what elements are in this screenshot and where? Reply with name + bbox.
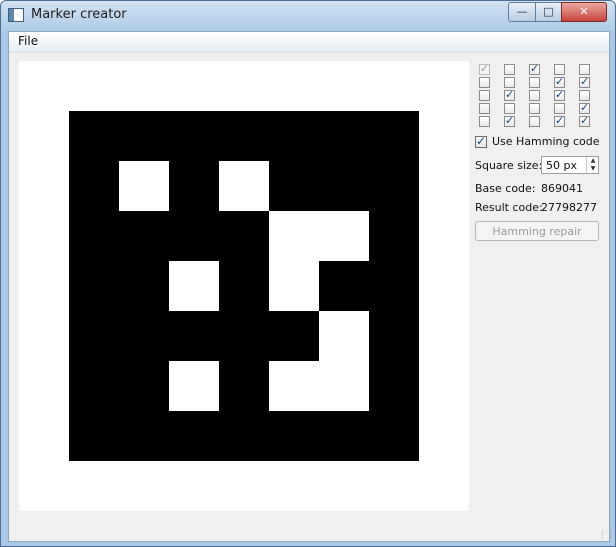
menu-bar: File — [9, 32, 609, 53]
marker-cell — [319, 111, 369, 161]
marker-cell — [169, 111, 219, 161]
hamming-label: Use Hamming code — [492, 135, 600, 148]
marker-cell — [319, 361, 369, 411]
marker-cell — [319, 311, 369, 361]
bit-checkbox[interactable] — [479, 77, 490, 88]
bit-checkbox[interactable] — [504, 64, 515, 75]
marker-cell — [269, 111, 319, 161]
spin-down-arrow-icon[interactable]: ▼ — [586, 165, 599, 173]
bit-checkbox[interactable] — [554, 103, 565, 114]
marker-cell — [169, 311, 219, 361]
bit-checkbox[interactable] — [529, 116, 540, 127]
marker-cell — [169, 261, 219, 311]
marker-cell — [69, 311, 119, 361]
marker-cell — [119, 361, 169, 411]
marker-cell — [119, 111, 169, 161]
bit-checkbox-grid — [475, 62, 600, 127]
spin-up-arrow-icon[interactable]: ▲ — [586, 157, 599, 165]
marker-cell — [169, 411, 219, 461]
bit-checkbox[interactable] — [504, 114, 515, 127]
menu-file[interactable]: File — [18, 34, 38, 48]
hamming-repair-button[interactable]: Hamming repair — [475, 221, 599, 241]
marker-cell — [69, 161, 119, 211]
marker-cell — [269, 311, 319, 361]
bit-checkbox[interactable] — [479, 90, 490, 101]
marker-cell — [119, 311, 169, 361]
marker-cell — [69, 111, 119, 161]
marker-cell — [369, 161, 419, 211]
marker-cell — [219, 111, 269, 161]
marker-cell — [269, 411, 319, 461]
marker-cell — [219, 311, 269, 361]
bit-checkbox[interactable] — [479, 103, 490, 114]
app-icon — [8, 8, 24, 22]
marker-canvas — [19, 61, 469, 511]
marker-cell — [169, 211, 219, 261]
marker-cell — [169, 161, 219, 211]
resize-grip-icon[interactable]: ⋮⋮ — [598, 530, 615, 540]
marker-cell — [269, 361, 319, 411]
bit-checkbox[interactable] — [579, 90, 590, 101]
marker-cell — [319, 261, 369, 311]
marker-cell — [119, 411, 169, 461]
marker-cell — [219, 361, 269, 411]
marker-cell — [119, 211, 169, 261]
bit-checkbox[interactable] — [554, 114, 565, 127]
marker-cell — [369, 411, 419, 461]
marker-cell — [319, 211, 369, 261]
bit-checkbox[interactable] — [504, 77, 515, 88]
maximize-button[interactable]: □ — [535, 2, 562, 22]
close-button[interactable]: ✕ — [561, 2, 607, 22]
main-window: Marker creator — □ ✕ File Use Hamming co… — [0, 0, 616, 547]
marker-cell — [169, 361, 219, 411]
marker-cell — [69, 211, 119, 261]
title-bar[interactable]: Marker creator — □ ✕ — [1, 1, 615, 31]
square-size-spinbox[interactable]: 50 px ▲ ▼ — [541, 156, 599, 174]
bit-checkbox[interactable] — [504, 103, 515, 114]
bit-checkbox[interactable] — [504, 88, 515, 101]
marker-cell — [319, 161, 369, 211]
bit-checkbox[interactable] — [529, 103, 540, 114]
result-code-label: Result code: — [475, 201, 543, 214]
marker-cell — [369, 261, 419, 311]
marker-cell — [219, 261, 269, 311]
base-code-value: 869041 — [541, 182, 583, 195]
marker-cell — [69, 411, 119, 461]
client-area: File Use Hamming code Square size: 50 px… — [8, 31, 615, 542]
square-size-label: Square size: — [475, 159, 543, 172]
marker-cell — [369, 211, 419, 261]
bit-checkbox[interactable] — [579, 114, 590, 127]
bit-checkbox[interactable] — [529, 90, 540, 101]
bit-checkbox[interactable] — [479, 116, 490, 127]
marker-cell — [119, 161, 169, 211]
marker-cell — [219, 211, 269, 261]
bit-checkbox[interactable] — [554, 75, 565, 88]
marker-cell — [119, 261, 169, 311]
minimize-button[interactable]: — — [508, 2, 536, 22]
square-size-value: 50 px — [546, 159, 577, 172]
bit-checkbox[interactable] — [554, 64, 565, 75]
marker-cell — [369, 311, 419, 361]
marker-cell — [269, 211, 319, 261]
marker-cell — [69, 361, 119, 411]
bit-checkbox[interactable] — [529, 62, 540, 75]
result-code-value: 27798277 — [541, 201, 597, 214]
marker-cell — [69, 261, 119, 311]
marker-cell — [269, 161, 319, 211]
bit-checkbox[interactable] — [554, 88, 565, 101]
marker-cell — [219, 411, 269, 461]
marker-cell — [269, 261, 319, 311]
marker-cell — [219, 161, 269, 211]
base-code-label: Base code: — [475, 182, 536, 195]
bit-checkbox[interactable] — [479, 62, 490, 75]
bit-checkbox[interactable] — [579, 64, 590, 75]
hamming-checkbox[interactable] — [475, 134, 487, 148]
marker-cell — [369, 361, 419, 411]
marker-cell — [369, 111, 419, 161]
window-title: Marker creator — [31, 7, 127, 22]
marker-cell — [319, 411, 369, 461]
bit-checkbox[interactable] — [579, 101, 590, 114]
bit-checkbox[interactable] — [529, 77, 540, 88]
bit-checkbox[interactable] — [579, 75, 590, 88]
